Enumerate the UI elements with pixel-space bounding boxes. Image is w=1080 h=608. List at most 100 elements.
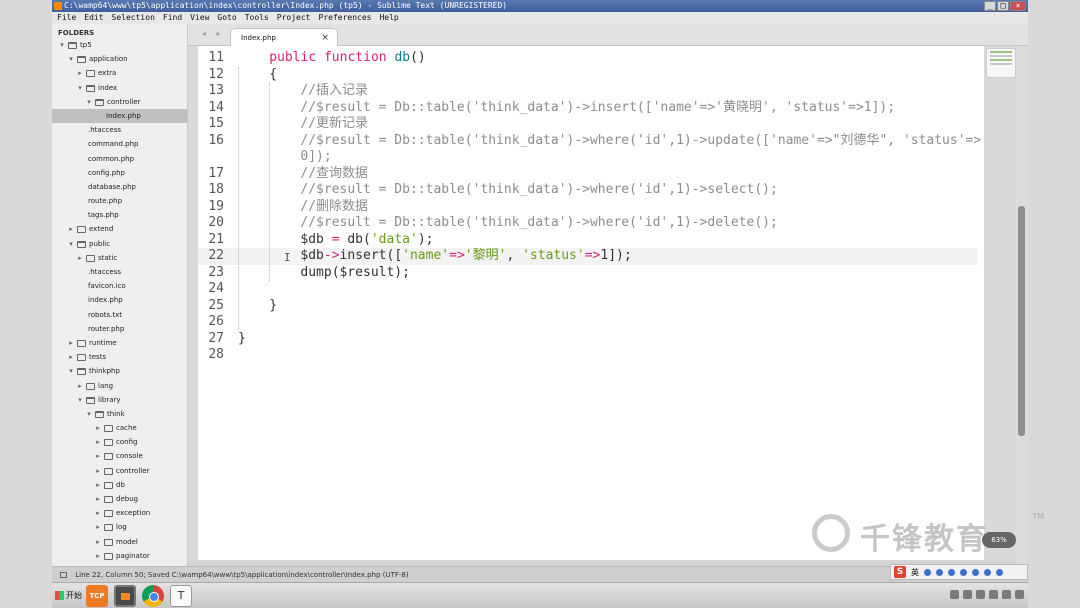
tree-file--htaccess[interactable]: .htaccess — [52, 265, 187, 279]
menu-preferences[interactable]: Preferences — [319, 12, 372, 24]
tray-desktop-icon[interactable] — [1015, 590, 1024, 599]
code-line[interactable]: 19 //删除数据 — [198, 199, 978, 216]
tree-file--htaccess[interactable]: .htaccess — [52, 123, 187, 137]
code-line[interactable]: 15 //更新记录 — [198, 116, 978, 133]
code-line[interactable]: 18 //$result = Db::table('think_data')->w… — [198, 182, 978, 199]
chevron-right-icon[interactable]: ▸ — [94, 449, 102, 463]
code-editor[interactable]: 11 public function db() 12 {13 //插入记录 14 //$re… — [198, 46, 984, 566]
menu-help[interactable]: Help — [379, 12, 398, 24]
chevron-down-icon[interactable]: ▾ — [67, 237, 75, 251]
code-line[interactable]: 21 $db = db('data'); — [198, 232, 978, 249]
code-line[interactable]: 12 { — [198, 67, 978, 84]
ime-moon-icon[interactable] — [924, 568, 931, 576]
chevron-down-icon[interactable]: ▾ — [76, 393, 84, 407]
minimap[interactable] — [986, 48, 1016, 78]
code-line[interactable]: 11 public function db() — [198, 50, 978, 67]
tab-index-php[interactable]: Index.php × — [230, 28, 338, 46]
menu-edit[interactable]: Edit — [84, 12, 103, 24]
maximize-button[interactable]: □ — [997, 1, 1009, 11]
menu-tools[interactable]: Tools — [245, 12, 269, 24]
tree-file-tags-php[interactable]: tags.php — [52, 208, 187, 222]
chevron-down-icon[interactable]: ▾ — [67, 52, 75, 66]
taskbar-typora[interactable]: T — [170, 585, 192, 607]
tree-folder-library[interactable]: ▾ library — [52, 393, 187, 407]
chevron-right-icon[interactable]: ▸ — [94, 435, 102, 449]
tray-speaker-icon[interactable] — [976, 590, 985, 599]
chevron-down-icon[interactable]: ▾ — [67, 364, 75, 378]
tree-folder-extend[interactable]: ▸ extend — [52, 222, 187, 236]
ime-shirt-icon[interactable] — [984, 568, 991, 576]
ime-mic-icon[interactable] — [948, 568, 955, 576]
tree-folder-paginator[interactable]: ▸ paginator — [52, 549, 187, 563]
tree-folder-config[interactable]: ▸ config — [52, 435, 187, 449]
menu-goto[interactable]: Goto — [217, 12, 236, 24]
code-line[interactable]: 16 //$result = Db::table('think_data')->w… — [198, 133, 981, 150]
tree-file-database-php[interactable]: database.php — [52, 180, 187, 194]
menu-find[interactable]: Find — [163, 12, 182, 24]
tree-file-command-php[interactable]: command.php — [52, 137, 187, 151]
code-line[interactable]: 0]); — [198, 149, 978, 166]
tree-folder-console[interactable]: ▸ console — [52, 449, 187, 463]
tree-folder-model[interactable]: ▸ model — [52, 535, 187, 549]
tree-file-index-php[interactable]: index.php — [52, 293, 187, 307]
code-line[interactable]: 22 $db->insert(['name'=>'黎明', 'status'=>1… — [198, 248, 978, 265]
tree-folder-public[interactable]: ▾ public — [52, 237, 187, 251]
chevron-right-icon[interactable]: ▸ — [76, 251, 84, 265]
chevron-down-icon[interactable]: ▾ — [58, 38, 66, 52]
code-line[interactable]: 23 dump($result); — [198, 265, 978, 282]
chevron-right-icon[interactable]: ▸ — [76, 66, 84, 80]
chevron-right-icon[interactable]: ▸ — [94, 506, 102, 520]
chevron-right-icon[interactable]: ▸ — [76, 379, 84, 393]
tree-folder-tests[interactable]: ▸ tests — [52, 350, 187, 364]
minimize-button[interactable]: _ — [984, 1, 996, 11]
tree-folder-lang[interactable]: ▸ lang — [52, 379, 187, 393]
tab-nav-arrows-icon[interactable]: ◂ ▸ — [202, 29, 225, 38]
ime-grid-icon[interactable] — [996, 568, 1003, 576]
tab-close-icon[interactable]: × — [321, 29, 329, 47]
taskbar-totalcmd[interactable]: TCP — [86, 585, 108, 607]
tree-folder-think[interactable]: ▾ think — [52, 407, 187, 421]
tray-arrow-icon[interactable] — [950, 590, 959, 599]
tree-file-favicon-ico[interactable]: favicon.ico — [52, 279, 187, 293]
chevron-right-icon[interactable]: ▸ — [94, 549, 102, 563]
tree-folder-debug[interactable]: ▸ debug — [52, 492, 187, 506]
menu-project[interactable]: Project — [277, 12, 311, 24]
tree-file-config-php[interactable]: config.php — [52, 166, 187, 180]
ime-keyboard-icon[interactable] — [960, 568, 967, 576]
chevron-right-icon[interactable]: ▸ — [94, 464, 102, 478]
code-line[interactable]: 26 — [198, 314, 978, 331]
chevron-right-icon[interactable]: ▸ — [67, 336, 75, 350]
tree-file-route-php[interactable]: route.php — [52, 194, 187, 208]
tree-folder-log[interactable]: ▸ log — [52, 520, 187, 534]
start-button[interactable]: 开始 — [54, 587, 84, 605]
ime-mode[interactable]: 英 — [911, 567, 919, 578]
tree-folder-db[interactable]: ▸ db — [52, 478, 187, 492]
tree-folder-cache[interactable]: ▸ cache — [52, 421, 187, 435]
chevron-right-icon[interactable]: ▸ — [94, 492, 102, 506]
ime-punct-icon[interactable] — [936, 568, 943, 576]
chevron-right-icon[interactable]: ▸ — [94, 421, 102, 435]
code-line[interactable]: 27} — [198, 331, 978, 348]
code-line[interactable]: 17 //查询数据 — [198, 166, 978, 183]
taskbar-sublime-text[interactable] — [114, 585, 136, 607]
panel-toggle-icon[interactable] — [60, 572, 67, 578]
chevron-right-icon[interactable]: ▸ — [67, 350, 75, 364]
chevron-down-icon[interactable]: ▾ — [76, 81, 84, 95]
code-line[interactable]: 13 //插入记录 — [198, 83, 978, 100]
vertical-scrollbar-thumb[interactable] — [1018, 206, 1025, 436]
tray-flag-icon[interactable] — [989, 590, 998, 599]
tree-folder-controller[interactable]: ▾ controller — [52, 95, 187, 109]
tree-folder-thinkphp[interactable]: ▾ thinkphp — [52, 364, 187, 378]
tree-file-index-php[interactable]: Index.php — [52, 108, 187, 124]
ime-toolbar[interactable]: S 英 — [890, 564, 1028, 580]
tree-file-common-php[interactable]: common.php — [52, 152, 187, 166]
tree-folder-runtime[interactable]: ▸ runtime — [52, 336, 187, 350]
ime-user-icon[interactable] — [972, 568, 979, 576]
menu-file[interactable]: File — [57, 12, 76, 24]
tree-folder-controller[interactable]: ▸ controller — [52, 464, 187, 478]
tray-network-icon[interactable] — [963, 590, 972, 599]
code-line[interactable]: 24 — [198, 281, 978, 298]
tree-folder-index[interactable]: ▾ index — [52, 81, 187, 95]
tree-folder-static[interactable]: ▸ static — [52, 251, 187, 265]
tree-folder-exception[interactable]: ▸ exception — [52, 506, 187, 520]
